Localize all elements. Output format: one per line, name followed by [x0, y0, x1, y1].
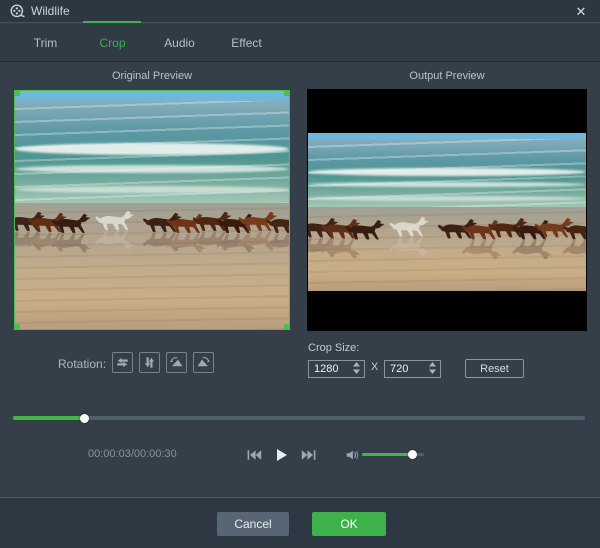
- crop-size-label: Crop Size:: [308, 342, 360, 354]
- flip-horizontal-icon: [117, 358, 128, 367]
- tab-bar: Trim Crop Audio Effect: [0, 21, 600, 62]
- original-preview: [14, 90, 290, 330]
- spinner-up-icon[interactable]: [352, 361, 361, 368]
- rotate-right-button[interactable]: [193, 352, 214, 373]
- play-button[interactable]: [272, 447, 290, 463]
- volume-slider[interactable]: [362, 450, 424, 459]
- ok-button[interactable]: OK: [312, 512, 386, 536]
- close-icon[interactable]: ✕: [570, 0, 592, 23]
- time-display: 00:00:03/00:00:30: [88, 448, 177, 460]
- tab-list: Trim Crop Audio Effect: [12, 24, 280, 61]
- flip-vertical-icon: [145, 357, 154, 368]
- play-icon: [276, 449, 287, 461]
- footer-bar: Cancel OK: [0, 497, 600, 548]
- tab-crop[interactable]: Crop: [79, 24, 146, 61]
- active-tab-indicator: [83, 21, 141, 23]
- window-title: Wildlife: [31, 4, 70, 18]
- crop-handle-top-right[interactable]: [284, 90, 290, 96]
- wave-foam: [308, 196, 586, 201]
- crop-selection-frame[interactable]: [14, 90, 290, 330]
- cancel-button[interactable]: Cancel: [217, 512, 289, 536]
- tab-audio[interactable]: Audio: [146, 24, 213, 61]
- timeline-thumb[interactable]: [79, 413, 89, 423]
- crop-handle-top-left[interactable]: [14, 90, 20, 96]
- wave-foam: [308, 167, 586, 176]
- skip-back-icon: [247, 450, 262, 460]
- tab-trim[interactable]: Trim: [12, 24, 79, 61]
- crop-height-spinner: [428, 361, 437, 375]
- horses-illustration: [308, 217, 586, 260]
- timeline-slider[interactable]: [13, 413, 585, 423]
- skip-back-button[interactable]: [245, 447, 263, 463]
- volume-level: [362, 450, 417, 459]
- crop-handle-bottom-left[interactable]: [14, 324, 20, 330]
- crop-height-field: [384, 359, 441, 378]
- spinner-down-icon[interactable]: [428, 368, 437, 375]
- spinner-down-icon[interactable]: [352, 368, 361, 375]
- rotate-right-icon: [197, 357, 210, 367]
- volume-thumb[interactable]: [407, 450, 417, 459]
- spinner-up-icon[interactable]: [428, 361, 437, 368]
- film-reel-icon: [10, 4, 25, 18]
- timeline-progress: [13, 413, 89, 423]
- rotate-left-icon: [170, 357, 183, 367]
- rotation-label: Rotation:: [58, 357, 107, 371]
- output-preview: [307, 89, 587, 331]
- reset-button[interactable]: Reset: [465, 359, 524, 378]
- skip-forward-button[interactable]: [300, 447, 318, 463]
- crop-handle-bottom-right[interactable]: [284, 324, 290, 330]
- output-video-strip: [308, 133, 586, 291]
- output-preview-label: Output Preview: [409, 70, 485, 82]
- output-video-frame: [308, 133, 586, 291]
- rotate-left-button[interactable]: [166, 352, 187, 373]
- flip-horizontal-button[interactable]: [112, 352, 133, 373]
- original-preview-label: Original Preview: [111, 70, 193, 82]
- tab-effect[interactable]: Effect: [213, 24, 280, 61]
- volume-icon[interactable]: [345, 448, 359, 462]
- title-bar: Wildlife ✕: [0, 0, 600, 23]
- crop-width-field: [308, 359, 365, 378]
- crop-size-separator: X: [371, 361, 379, 373]
- crop-width-spinner: [352, 361, 361, 375]
- skip-forward-icon: [301, 450, 316, 460]
- flip-vertical-button[interactable]: [139, 352, 160, 373]
- crop-dialog-window: Wildlife ✕ Trim Crop Audio Effect Origin…: [0, 0, 600, 548]
